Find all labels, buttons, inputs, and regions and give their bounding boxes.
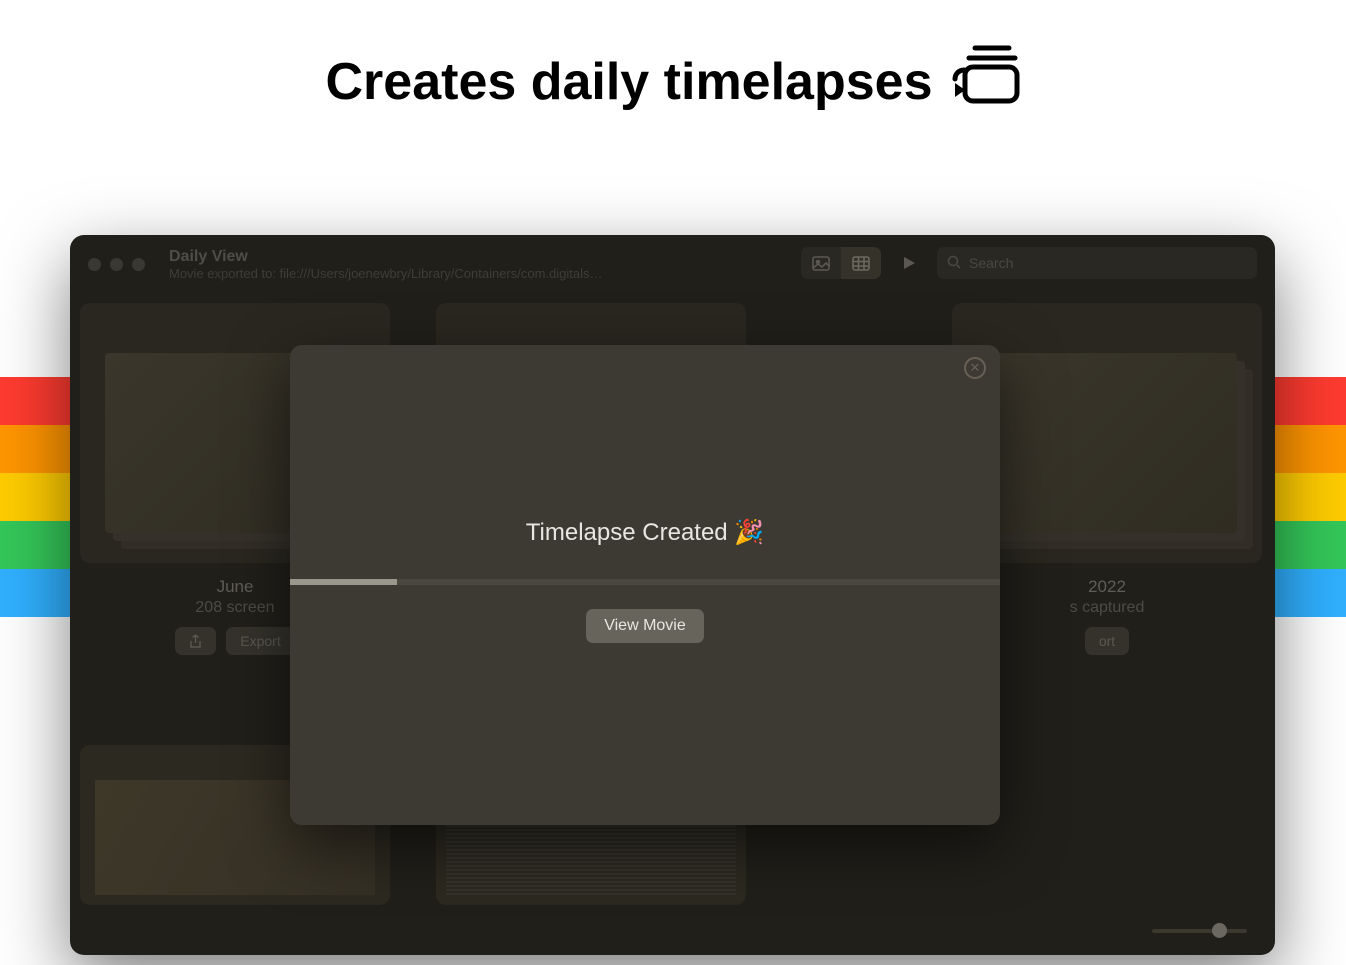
search-icon	[947, 255, 961, 272]
timelapse-created-modal: ✕ Timelapse Created 🎉 View Movie	[290, 345, 1000, 825]
view-mode-segment[interactable]	[801, 247, 881, 279]
page-title: Creates daily timelapses	[0, 45, 1346, 118]
minimize-window-button[interactable]	[110, 258, 123, 271]
titlebar: Daily View Movie exported to: file:///Us…	[70, 235, 1275, 293]
gallery-view-button[interactable]	[801, 247, 841, 279]
timelapse-stack-icon	[951, 45, 1021, 118]
close-modal-button[interactable]: ✕	[964, 357, 986, 379]
search-placeholder: Search	[969, 255, 1013, 271]
toolbar: Search	[801, 247, 1257, 279]
window-title-block: Daily View Movie exported to: file:///Us…	[169, 247, 603, 282]
zoom-knob[interactable]	[1212, 923, 1227, 938]
close-window-button[interactable]	[88, 258, 101, 271]
zoom-slider[interactable]	[1152, 929, 1247, 933]
progress-bar	[290, 579, 1000, 585]
app-window: Daily View Movie exported to: file:///Us…	[70, 235, 1275, 955]
export-button[interactable]: Export	[226, 627, 294, 655]
search-input[interactable]: Search	[937, 247, 1257, 279]
play-button[interactable]	[891, 247, 927, 279]
export-button[interactable]: ort	[1085, 627, 1129, 655]
share-button[interactable]	[175, 627, 216, 655]
modal-title: Timelapse Created 🎉	[526, 518, 764, 547]
traffic-lights[interactable]	[88, 258, 145, 271]
window-subtitle: Movie exported to: file:///Users/joenewb…	[169, 266, 603, 282]
page-title-text: Creates daily timelapses	[326, 52, 933, 112]
fullscreen-window-button[interactable]	[132, 258, 145, 271]
grid-view-button[interactable]	[841, 247, 881, 279]
close-icon: ✕	[970, 360, 981, 376]
window-title: Daily View	[169, 247, 603, 266]
progress-fill	[290, 579, 397, 585]
view-movie-button[interactable]: View Movie	[586, 609, 704, 643]
